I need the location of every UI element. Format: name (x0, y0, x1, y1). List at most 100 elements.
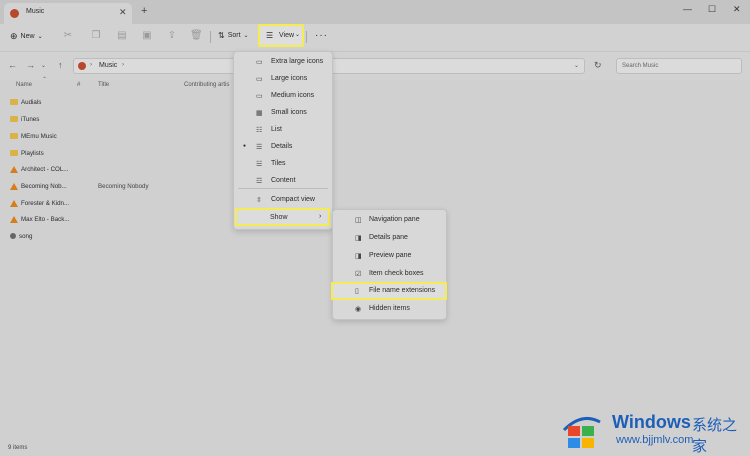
eye-icon: ◉ (355, 306, 362, 313)
new-label: New (20, 33, 35, 40)
menu-item-label: Details (271, 143, 293, 150)
column-number[interactable]: # (77, 82, 80, 88)
menu-item-item-check-boxes[interactable]: ☑ Item check boxes (333, 266, 446, 283)
vlc-icon (10, 183, 18, 190)
menu-item-file-name-extensions[interactable]: ▯ File name extensions (331, 282, 447, 300)
sort-button[interactable]: ⇅ Sort ⌄ (218, 31, 249, 40)
copy-icon[interactable]: ❐ (90, 30, 102, 42)
column-title[interactable]: Title (98, 82, 109, 88)
menu-item-compact-view[interactable]: ⇳ Compact view (234, 192, 332, 208)
search-input[interactable]: Search Music (616, 58, 742, 74)
details-icon: ☰ (256, 144, 263, 151)
menu-item-preview-pane[interactable]: ◨ Preview pane (333, 248, 446, 265)
menu-item-label: Content (271, 177, 296, 184)
rename-icon[interactable]: ▣ (141, 30, 153, 42)
show-submenu: ◫ Navigation pane ◨ Details pane ◨ Previ… (332, 209, 447, 320)
view-button[interactable]: ☰ View ⌄ (258, 24, 304, 47)
tab-title: Music (26, 8, 45, 15)
menu-item-label: Medium icons (271, 92, 315, 99)
watermark: Windows 系统之家 www.bjjmlv.com (560, 402, 750, 456)
menu-item-tiles[interactable]: ☱ Tiles (234, 156, 332, 172)
menu-item-details[interactable]: ● ☰ Details (234, 139, 332, 155)
file-name: Becoming Nob... (21, 183, 67, 191)
column-name[interactable]: Name (16, 82, 32, 88)
list-item[interactable]: iTunes (10, 116, 39, 123)
list-item[interactable]: Architect - COL... (10, 166, 68, 173)
minimize-button[interactable]: — (683, 4, 692, 14)
list-item[interactable]: Playlists (10, 150, 44, 157)
title-bar: Music ✕ + — ☐ ✕ (0, 0, 750, 24)
file-name: iTunes (21, 116, 40, 123)
vlc-icon (10, 216, 18, 223)
chevron-down-icon: ⌄ (243, 33, 249, 39)
share-icon[interactable]: ⇪ (166, 30, 178, 42)
file-name: song (19, 233, 33, 240)
plus-circle-icon: ⊕ (10, 31, 18, 41)
close-button[interactable]: ✕ (733, 4, 741, 15)
list-item[interactable]: Forester & Kidn... (10, 200, 69, 207)
tab-music[interactable]: Music ✕ (4, 3, 132, 24)
menu-item-label: Details pane (369, 234, 408, 241)
menu-item-details-pane[interactable]: ◨ Details pane (333, 230, 446, 247)
chevron-right-icon: › (319, 213, 322, 220)
menu-item-large-icons[interactable]: ▭ Large icons (234, 71, 332, 87)
sort-icon: ⇅ (218, 31, 225, 40)
command-bar: ⊕ New ⌄ ✂ ❐ ▤ ▣ ⇪ 🗑 ⇅ Sort ⌄ (0, 24, 750, 51)
navigation-pane-icon: ◫ (355, 217, 362, 224)
menu-item-label: Small icons (271, 109, 307, 116)
recent-chevron-icon[interactable]: ⌄ (41, 62, 46, 69)
new-button[interactable]: ⊕ New ⌄ (10, 31, 43, 42)
status-item-count: 9 items (8, 445, 28, 451)
file-name: Playlists (21, 150, 44, 157)
vlc-icon (10, 166, 18, 173)
cut-icon[interactable]: ✂ (62, 30, 74, 42)
menu-item-label: Preview pane (369, 252, 412, 259)
menu-item-show[interactable]: Show › (235, 208, 330, 226)
menu-item-list[interactable]: ☷ List (234, 122, 332, 138)
delete-icon[interactable]: 🗑 (190, 30, 203, 42)
details-pane-icon: ◨ (355, 235, 362, 242)
toolbar-divider (306, 31, 307, 43)
refresh-icon[interactable]: ↻ (594, 60, 602, 71)
up-arrow-icon[interactable]: ↑ (58, 60, 63, 70)
more-options-button[interactable]: ··· (315, 30, 328, 41)
selected-bullet-icon: ● (243, 143, 247, 149)
view-menu: ▭ Extra large icons ▭ Large icons ▭ Medi… (233, 51, 333, 230)
tab-close-icon[interactable]: ✕ (119, 7, 127, 18)
list-item[interactable]: Audials (10, 99, 41, 106)
monitor-icon: ▭ (256, 93, 263, 100)
menu-item-navigation-pane[interactable]: ◫ Navigation pane (333, 212, 446, 229)
chevron-down-icon: ⌄ (295, 32, 301, 38)
menu-item-label: File name extensions (369, 287, 436, 294)
list-item[interactable]: MEmu Music (10, 133, 57, 140)
list-item[interactable]: Becoming Nob... (10, 183, 67, 190)
vlc-icon (10, 200, 18, 207)
new-tab-button[interactable]: + (141, 5, 147, 17)
breadcrumb-chevron-icon: › (90, 62, 92, 68)
file-name: MEmu Music (21, 133, 57, 140)
maximize-button[interactable]: ☐ (708, 4, 716, 15)
sort-caret-icon: ⌃ (42, 77, 48, 83)
back-arrow-icon[interactable]: ← (8, 60, 17, 70)
forward-arrow-icon[interactable]: → (26, 60, 35, 70)
menu-item-label: Compact view (271, 196, 315, 203)
content-icon: ☲ (256, 178, 263, 185)
breadcrumb-music[interactable]: Music (99, 62, 117, 69)
address-dropdown-icon[interactable]: ⌄ (574, 62, 579, 69)
menu-item-medium-icons[interactable]: ▭ Medium icons (234, 88, 332, 104)
menu-item-content[interactable]: ☲ Content (234, 173, 332, 189)
menu-item-hidden-items[interactable]: ◉ Hidden items (333, 301, 446, 318)
menu-item-extra-large-icons[interactable]: ▭ Extra large icons (234, 54, 332, 70)
list-item[interactable]: Max Elto - Back... (10, 216, 69, 223)
music-folder-icon (78, 62, 86, 70)
menu-item-label: Hidden items (369, 305, 410, 312)
watermark-cn: 系统之家 (692, 417, 738, 455)
paste-icon[interactable]: ▤ (116, 30, 128, 42)
menu-item-small-icons[interactable]: ▦ Small icons (234, 105, 332, 121)
list-item[interactable]: song (10, 233, 32, 240)
preview-pane-icon: ◨ (355, 253, 362, 260)
toolbar-divider (210, 31, 211, 43)
file-title: Becoming Nobody (98, 183, 149, 190)
column-contributing-artists[interactable]: Contributing artis (184, 82, 229, 88)
menu-item-label: Large icons (271, 75, 308, 82)
